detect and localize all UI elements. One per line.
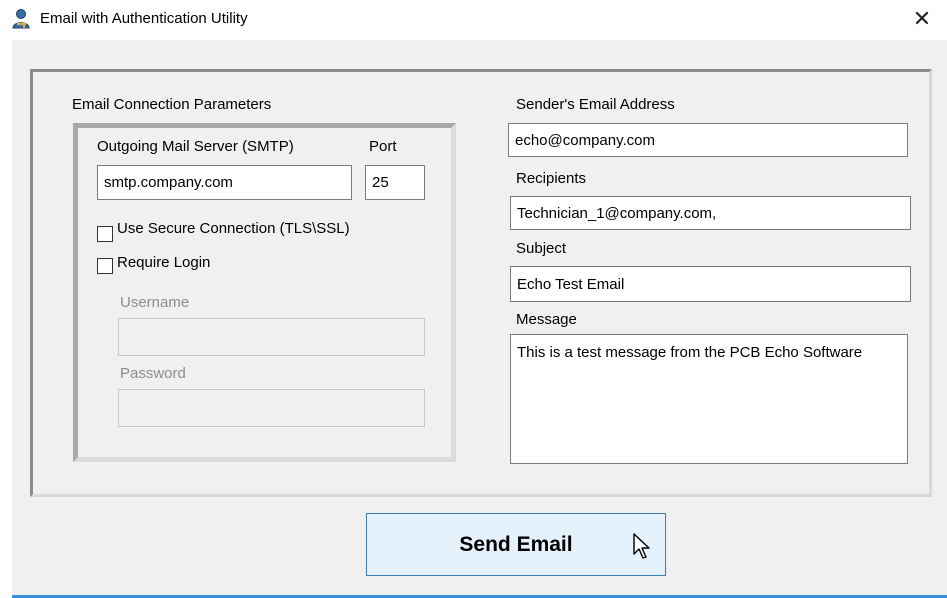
password-input[interactable]: [118, 389, 425, 427]
username-input[interactable]: [118, 318, 425, 356]
message-value: This is a test message from the PCB Echo…: [517, 344, 863, 361]
title-bar: Email with Authentication Utility ✕: [0, 0, 947, 40]
secure-connection-label[interactable]: Use Secure Connection (TLS\SSL): [117, 220, 350, 237]
password-label: Password: [120, 365, 186, 382]
send-email-label: Send Email: [459, 532, 573, 556]
sender-email-value: echo@company.com: [515, 131, 656, 149]
recipients-value: Technician_1@company.com,: [517, 204, 717, 222]
subject-input[interactable]: Echo Test Email: [510, 266, 911, 302]
sender-email-input[interactable]: echo@company.com: [508, 123, 908, 157]
recipients-label: Recipients: [516, 170, 587, 187]
close-icon: ✕: [912, 6, 932, 31]
secure-connection-checkbox[interactable]: [97, 226, 113, 242]
message-label: Message: [516, 311, 577, 328]
window-title: Email with Authentication Utility: [40, 10, 248, 27]
username-label: Username: [120, 294, 190, 311]
require-login-label[interactable]: Require Login: [117, 254, 210, 271]
port-label: Port: [369, 138, 397, 155]
port-value: 25: [372, 174, 389, 191]
user-key-icon: [12, 9, 30, 29]
sender-label: Sender's Email Address: [516, 96, 675, 113]
connection-group-label: Email Connection Parameters: [72, 96, 272, 113]
subject-value: Echo Test Email: [517, 275, 625, 293]
recipients-input[interactable]: Technician_1@company.com,: [510, 196, 911, 230]
subject-label: Subject: [516, 240, 567, 257]
smtp-server-value: smtp.company.com: [104, 174, 233, 191]
send-email-button[interactable]: Send Email: [366, 513, 666, 576]
close-button[interactable]: ✕: [905, 2, 939, 36]
smtp-server-input[interactable]: smtp.company.com: [97, 165, 352, 200]
require-login-checkbox[interactable]: [97, 258, 113, 274]
port-input[interactable]: 25: [365, 165, 425, 200]
mouse-pointer-icon: [633, 533, 650, 559]
smtp-label: Outgoing Mail Server (SMTP): [97, 138, 294, 155]
message-textarea[interactable]: This is a test message from the PCB Echo…: [510, 334, 908, 464]
